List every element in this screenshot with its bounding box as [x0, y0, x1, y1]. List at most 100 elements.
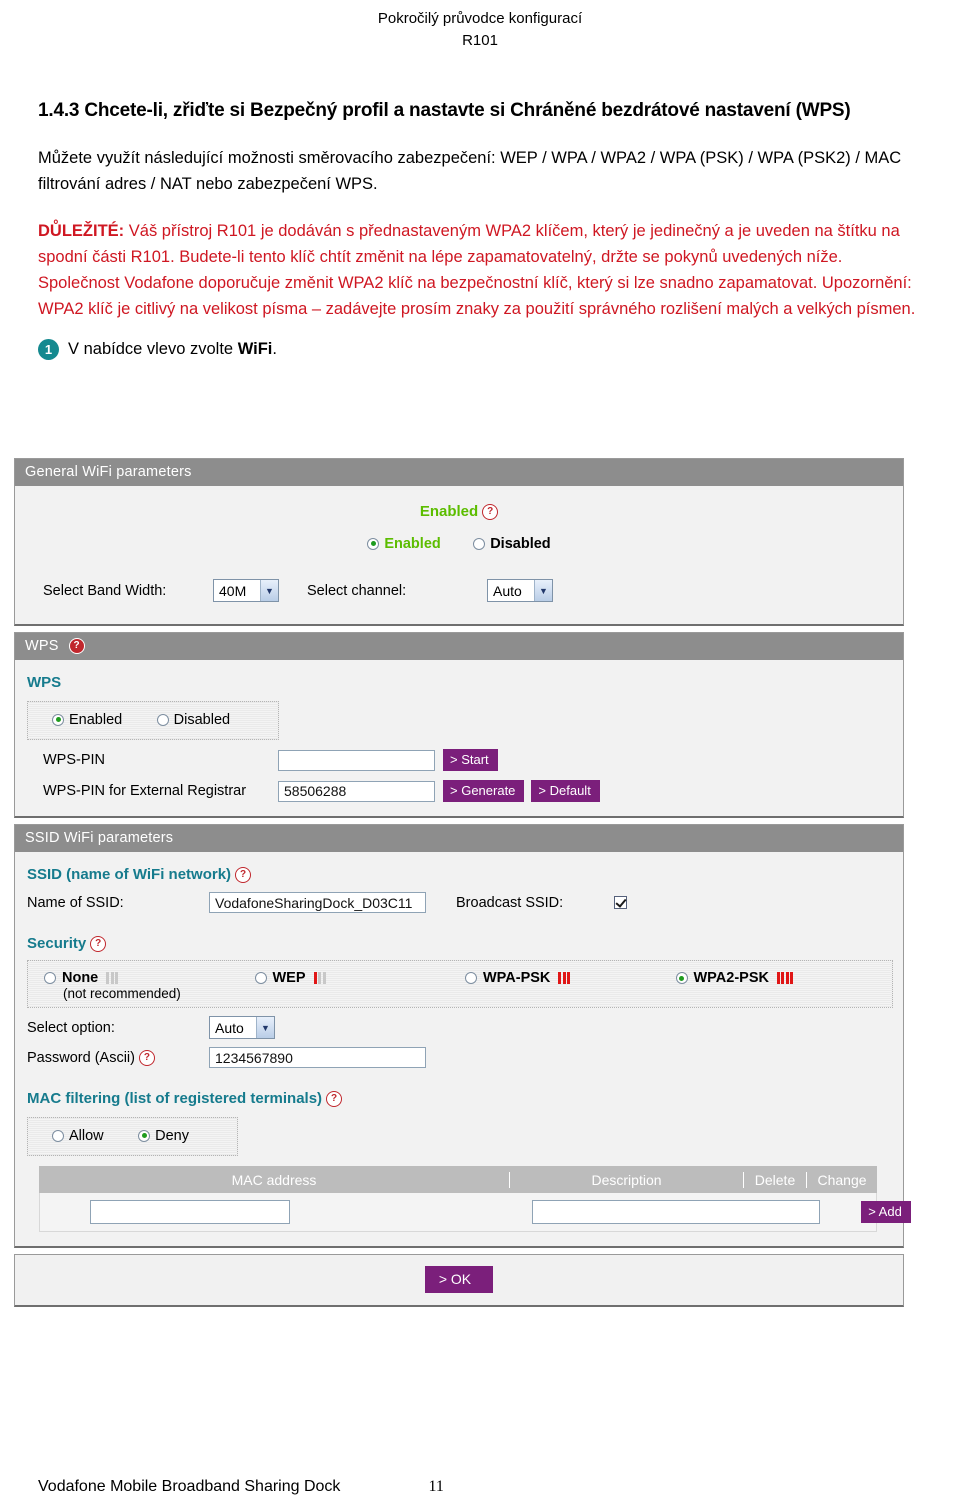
mac-table-header-delete[interactable]: Delete [744, 1171, 807, 1188]
security-option-select[interactable]: Auto ▼ [209, 1016, 275, 1040]
mac-add-button[interactable]: > Add [861, 1201, 911, 1224]
header-title: Pokročilý průvodce konfigurací [377, 10, 583, 27]
radio-wps-enabled[interactable]: Enabled [52, 712, 122, 728]
radio-security-none[interactable] [44, 972, 56, 985]
important-lead: DŮLEŽITÉ: [38, 222, 125, 241]
select-option-row: Select option: Auto ▼ [25, 1008, 893, 1040]
wps-start-button[interactable]: > Start [443, 749, 498, 772]
security-radio-group: None (not recommended) WEP WPA-PSK WPA2-… [27, 960, 893, 1009]
help-question-icon[interactable]: ? [138, 1049, 155, 1066]
wps-registrar-input[interactable]: 58506288 [278, 780, 435, 802]
radio-mac-deny-dot[interactable] [138, 1129, 151, 1142]
mac-table-header-mac: MAC address [39, 1171, 510, 1188]
security-option-none[interactable]: None (not recommended) [44, 970, 255, 1001]
panel-ssid-wifi: SSID WiFi parameters SSID (name of WiFi … [14, 824, 911, 1249]
chevron-down-icon[interactable]: ▼ [534, 580, 552, 602]
panel-general-wifi-title: General WiFi parameters [15, 459, 903, 486]
panel-ssid-body: SSID (name of WiFi network) ? Name of SS… [15, 852, 911, 1247]
mac-description-input[interactable] [532, 1200, 820, 1225]
mac-address-table: MAC address Description Delete Change > … [39, 1166, 911, 1233]
broadcast-ssid-checkbox[interactable] [614, 896, 627, 910]
security-option-wpa2-psk[interactable]: WPA2-PSK [675, 970, 887, 1001]
step-item-1: 1 V nabídce vlevo zvolte WiFi. [38, 338, 924, 360]
radio-wifi-disabled-label: Disabled [490, 535, 551, 552]
select-option-label: Select option: [27, 1019, 115, 1036]
mac-row-description-cell [514, 1200, 820, 1225]
radio-security-wpa2-psk[interactable] [675, 972, 688, 985]
ok-button[interactable]: > OK [424, 1266, 494, 1294]
security-option-wpa-psk-label: WPA-PSK [483, 970, 551, 987]
channel-label: Select channel: [307, 582, 407, 599]
help-question-icon[interactable]: ? [90, 935, 107, 952]
document-body: 1.4.3 Chcete-li, zřiďte si Bezpečný prof… [0, 100, 960, 360]
wps-registrar-label: WPS-PIN for External Registrar [43, 783, 247, 800]
mac-table-header-change[interactable]: Change [807, 1172, 877, 1188]
wps-pin-input[interactable] [278, 749, 435, 771]
password-label-wrap: Password (Ascii) ? [27, 1049, 209, 1066]
wps-default-button[interactable]: > Default [531, 780, 600, 803]
signal-bars-icon [558, 972, 571, 985]
step-text-emphasis: WiFi [237, 339, 273, 358]
document-header: Pokročilý průvodce konfigurací R101 [0, 0, 960, 52]
password-input[interactable]: 1234567890 [209, 1047, 426, 1069]
password-label: Password (Ascii) [27, 1049, 135, 1066]
table-row: > Add [39, 1193, 911, 1233]
panel-general-wifi-body: Enabled? Enabled Disabled Select Band Wi… [15, 486, 903, 625]
band-channel-row: Select Band Width: 40M ▼ Select channel:… [25, 553, 893, 610]
radio-mac-allow[interactable]: Allow [52, 1128, 104, 1144]
security-group-label-text: Security [27, 935, 87, 953]
radio-wps-disabled-label: Disabled [173, 711, 231, 728]
radio-mac-deny-label: Deny [155, 1127, 189, 1144]
security-option-wep-label: WEP [272, 970, 306, 987]
chevron-down-icon[interactable]: ▼ [256, 1017, 274, 1039]
radio-mac-allow-label: Allow [69, 1127, 104, 1144]
ssid-group-label-text: SSID (name of WiFi network) [27, 866, 232, 884]
important-note: DŮLEŽITÉ: Váš přístroj R101 je dodáván s… [38, 219, 924, 323]
signal-bars-icon [776, 972, 794, 985]
radio-mac-deny[interactable]: Deny [138, 1128, 189, 1144]
radio-wifi-enabled-dot[interactable] [367, 537, 380, 550]
radio-wifi-disabled[interactable]: Disabled [473, 535, 551, 552]
channel-select[interactable]: Auto ▼ [487, 579, 553, 603]
chevron-down-icon[interactable]: ▼ [260, 580, 278, 602]
panel-ssid-title-text: SSID WiFi parameters [25, 830, 174, 847]
radio-wps-disabled-dot[interactable] [156, 713, 169, 726]
wifi-status-row: Enabled? [25, 494, 893, 522]
wps-registrar-buttons: > Generate > Default [443, 780, 600, 803]
radio-wps-enabled-label: Enabled [69, 711, 123, 728]
security-group-label: Security ? [25, 929, 893, 954]
radio-security-wep[interactable] [254, 972, 267, 985]
footer-product-name: Vodafone Mobile Broadband Sharing Dock [38, 1478, 341, 1495]
help-question-icon[interactable]: ? [482, 504, 499, 521]
security-option-none-label: None [62, 970, 99, 987]
step-text-pre: V nabídce vlevo zvolte [68, 339, 238, 358]
footer-page-number: 11 [428, 1478, 444, 1495]
radio-wifi-enabled-label: Enabled [384, 535, 441, 552]
mac-address-input[interactable] [90, 1200, 290, 1225]
ssid-name-row: Name of SSID: VodafoneSharingDock_D03C11… [25, 885, 893, 917]
radio-wps-enabled-dot[interactable] [52, 713, 64, 726]
band-width-select[interactable]: 40M ▼ [213, 579, 279, 603]
radio-wifi-disabled-dot[interactable] [473, 537, 486, 550]
section-heading: 1.4.3 Chcete-li, zřiďte si Bezpečný prof… [38, 99, 851, 121]
signal-bars-icon [106, 972, 119, 985]
security-option-wpa-psk[interactable]: WPA-PSK [465, 970, 676, 1001]
help-question-icon[interactable]: ? [235, 866, 252, 883]
radio-wifi-enabled[interactable]: Enabled [367, 535, 441, 552]
mac-table-header-description: Description [510, 1171, 744, 1188]
ssid-name-input[interactable]: VodafoneSharingDock_D03C11 [209, 892, 426, 914]
mac-filter-radio-group: Allow Deny [27, 1117, 238, 1157]
help-question-icon[interactable]: ? [326, 1090, 343, 1107]
wps-generate-button[interactable]: > Generate [443, 780, 525, 803]
panel-wps-title-text: WPS [25, 638, 59, 655]
help-question-icon[interactable]: ? [68, 638, 85, 655]
important-body: Váš přístroj R101 je dodáván s přednasta… [38, 222, 916, 319]
radio-wps-disabled[interactable]: Disabled [156, 711, 231, 728]
radio-mac-allow-dot[interactable] [52, 1129, 64, 1142]
security-option-wep[interactable]: WEP [254, 970, 466, 1001]
wps-sub-label: WPS [27, 674, 62, 692]
wifi-status-label: Enabled [419, 503, 479, 520]
band-width-label: Select Band Width: [43, 582, 167, 599]
radio-security-wpa-psk[interactable] [465, 972, 477, 985]
panel-ssid-title: SSID WiFi parameters [15, 825, 903, 853]
